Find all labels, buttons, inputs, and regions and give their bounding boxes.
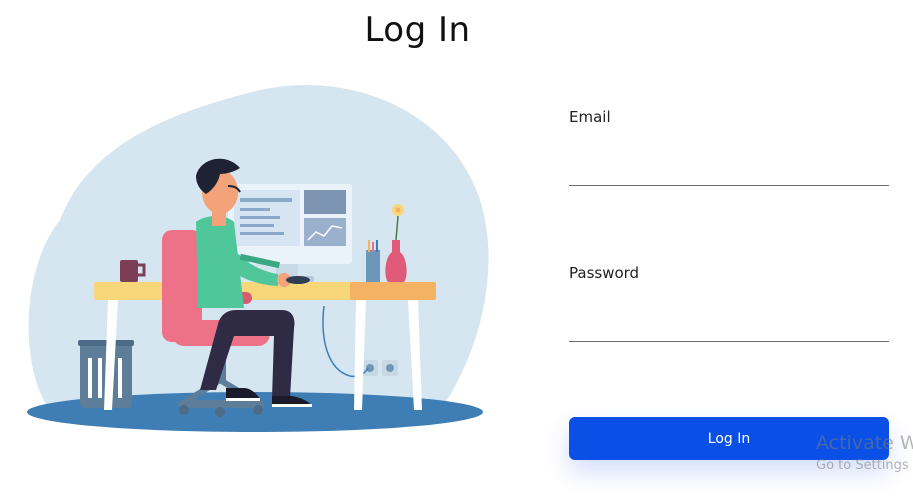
go-to-settings-watermark: Go to Settings — [816, 458, 909, 473]
password-field[interactable] — [569, 304, 889, 342]
page-title: Log In — [364, 10, 471, 50]
password-group: Password — [569, 264, 889, 342]
activate-windows-watermark: Activate Wi — [816, 432, 913, 454]
pencil-cup — [366, 240, 380, 282]
workspace-illustration — [27, 84, 489, 432]
password-label: Password — [569, 264, 640, 282]
email-label: Email — [569, 108, 611, 126]
email-field[interactable] — [569, 148, 889, 186]
email-group: Email — [569, 108, 889, 186]
